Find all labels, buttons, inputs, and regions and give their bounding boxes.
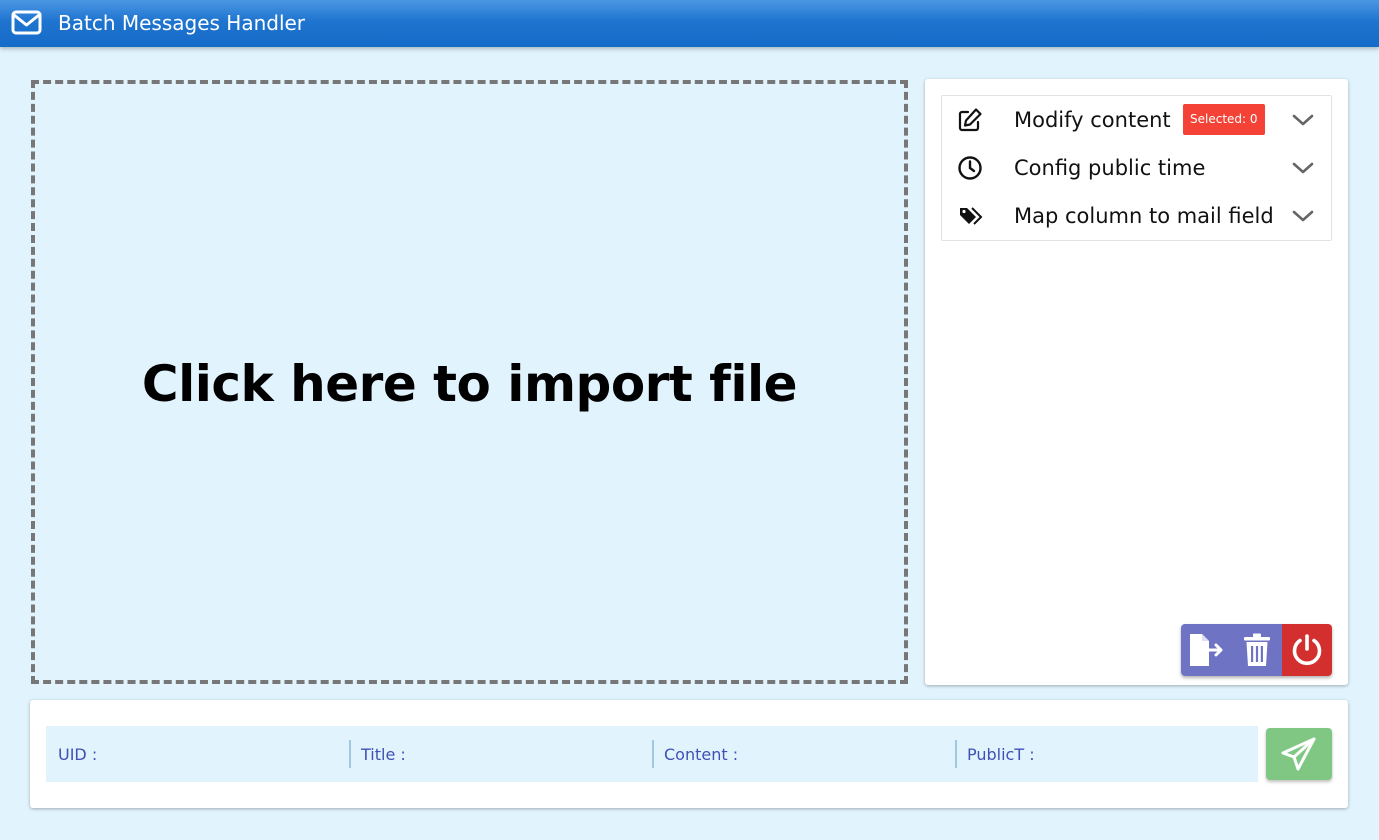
send-button[interactable] bbox=[1266, 728, 1332, 780]
send-icon bbox=[1281, 737, 1316, 771]
content-label: Content : bbox=[664, 745, 739, 764]
public-time-field: PublicT : bbox=[955, 726, 1258, 782]
power-icon bbox=[1292, 634, 1322, 666]
title-field: Title : bbox=[349, 726, 652, 782]
clock-icon bbox=[958, 156, 982, 180]
accordion-map-column[interactable]: Map column to mail field bbox=[942, 192, 1331, 240]
accordion-config-public-time[interactable]: Config public time bbox=[942, 144, 1331, 192]
file-export-icon bbox=[1190, 634, 1223, 666]
app-title: Batch Messages Handler bbox=[58, 11, 306, 35]
modify-content-label: Modify content bbox=[1014, 108, 1171, 132]
import-file-text: Click here to import file bbox=[141, 355, 798, 413]
settings-accordion: Modify content Selected: 0 Config public… bbox=[941, 95, 1332, 241]
export-file-button[interactable] bbox=[1181, 624, 1231, 676]
uid-label: UID : bbox=[58, 745, 98, 764]
config-public-time-label: Config public time bbox=[1014, 156, 1206, 180]
delete-button[interactable] bbox=[1231, 624, 1282, 676]
message-preview-bar: UID : Title : Content : PublicT : bbox=[30, 700, 1348, 808]
import-file-dropzone[interactable]: Click here to import file bbox=[31, 80, 908, 684]
chevron-down-icon[interactable] bbox=[1291, 111, 1315, 129]
chevron-down-icon[interactable] bbox=[1291, 159, 1315, 177]
action-button-group bbox=[1181, 624, 1332, 676]
accordion-modify-content[interactable]: Modify content Selected: 0 bbox=[942, 96, 1331, 144]
chevron-down-icon[interactable] bbox=[1291, 207, 1315, 225]
preview-fields-row: UID : Title : Content : PublicT : bbox=[46, 726, 1258, 782]
trash-icon bbox=[1243, 633, 1270, 666]
public-time-label: PublicT : bbox=[967, 745, 1035, 764]
power-button[interactable] bbox=[1282, 624, 1332, 676]
selected-count-badge: Selected: 0 bbox=[1183, 104, 1265, 135]
map-column-label: Map column to mail field bbox=[1014, 204, 1274, 228]
tags-icon bbox=[960, 207, 983, 225]
edit-icon bbox=[958, 108, 982, 132]
uid-field: UID : bbox=[46, 726, 349, 782]
title-bar: Batch Messages Handler bbox=[0, 0, 1379, 47]
title-label: Title : bbox=[361, 745, 406, 764]
content-field: Content : bbox=[652, 726, 955, 782]
settings-panel: Modify content Selected: 0 Config public… bbox=[925, 79, 1348, 685]
envelope-icon bbox=[11, 10, 42, 35]
